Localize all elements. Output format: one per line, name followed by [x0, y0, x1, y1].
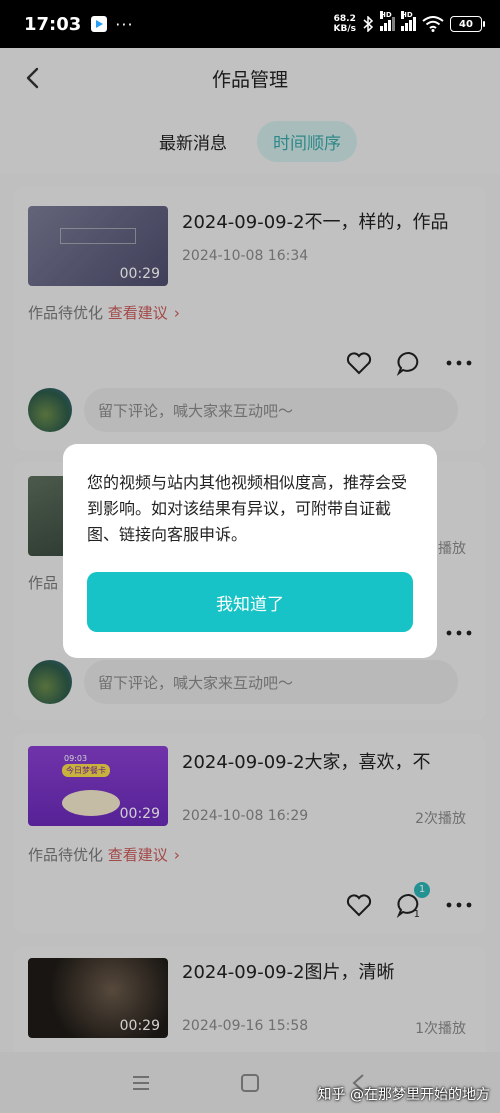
watermark: 知乎 @在那梦里开始的地方: [317, 1087, 490, 1103]
more-notifications-icon: ···: [115, 14, 134, 34]
status-bar: 17:03 ··· 68.2 KB/s HD HD 40: [0, 0, 500, 48]
battery-icon: 40: [450, 16, 485, 32]
similarity-notice-dialog: 您的视频与站内其他视频相似度高，推荐会受到影响。如对该结果有异议，可附带自证截图…: [63, 444, 437, 658]
dialog-message: 您的视频与站内其他视频相似度高，推荐会受到影响。如对该结果有异议，可附带自证截图…: [87, 473, 408, 544]
sim2-hd-label: HD: [401, 11, 413, 19]
app-notification-icon: [91, 16, 108, 32]
clock: 17:03: [24, 13, 82, 35]
bluetooth-icon: [363, 16, 374, 32]
speed-value: 68.2: [333, 14, 356, 24]
signal-sim2-icon: HD: [401, 11, 416, 31]
speed-unit: KB/s: [333, 24, 356, 34]
network-speed: 68.2 KB/s: [334, 14, 356, 34]
status-icons: 68.2 KB/s HD HD 40: [334, 11, 485, 34]
acknowledge-button[interactable]: 我知道了: [87, 572, 413, 632]
sim1-hd-label: HD: [380, 11, 392, 19]
wifi-icon: [422, 16, 444, 32]
signal-sim1-icon: HD: [380, 11, 395, 31]
